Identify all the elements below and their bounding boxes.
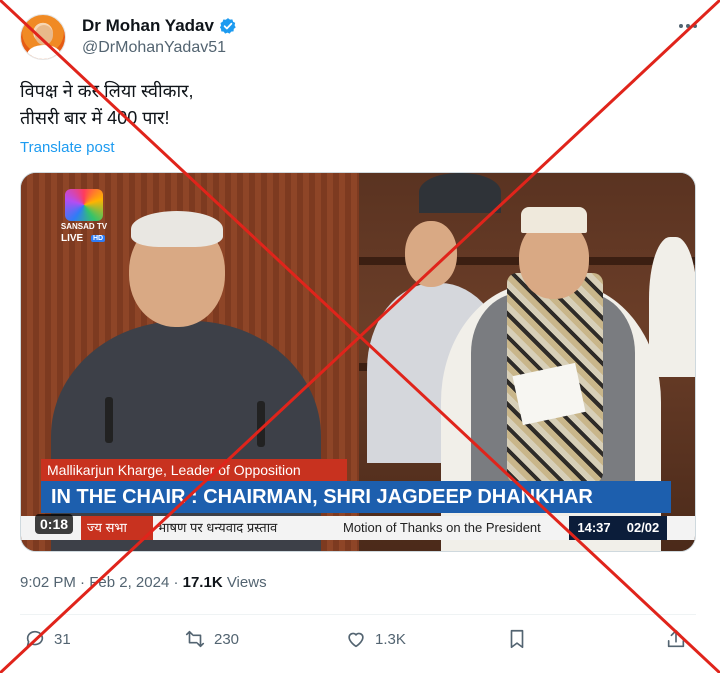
name-line: Dr Mohan Yadav [82, 16, 237, 36]
bookmark-icon [510, 629, 524, 649]
logo-hd: HD [91, 235, 106, 242]
post-header: Dr Mohan Yadav @DrMohanYadav51 [20, 12, 700, 62]
ticker-time: 14:37 [569, 516, 619, 540]
post-time[interactable]: 9:02 PM [20, 574, 76, 591]
video-player[interactable]: SANSAD TV LIVE HD Mallikarjun Kharge, Le… [20, 172, 696, 552]
post-text-line-1: विपक्ष ने कर लिया स्वीकार, [20, 81, 194, 101]
ticker-channel: ज्य सभा [81, 516, 153, 540]
repost-button[interactable]: 230 [184, 628, 239, 650]
more-horizontal-icon[interactable] [678, 16, 698, 41]
ticker-hindi: भाषण पर धन्यवाद प्रस्ताव [157, 520, 278, 535]
heart-icon [348, 632, 364, 648]
microphone [105, 397, 113, 443]
bookmark-button[interactable] [506, 628, 528, 650]
post-meta: 9:02 PM · Feb 2, 2024 · 17.1K Views [20, 574, 267, 591]
avatar-cloth [27, 45, 61, 59]
news-ticker: ज्य सभा भाषण पर धन्यवाद प्रस्ताव Motion … [21, 516, 695, 540]
speaker-cap [521, 207, 587, 233]
sansad-tv-logo-mark [65, 189, 103, 221]
video-duration: 0:18 [35, 514, 74, 534]
reply-button[interactable]: 31 [24, 628, 71, 650]
reply-count: 31 [54, 630, 71, 648]
meta-separator: · [80, 574, 86, 591]
ticker-date: 02/02 [619, 516, 667, 540]
like-button[interactable]: 1.3K [345, 628, 406, 650]
meta-separator: · [173, 574, 179, 591]
divider [20, 614, 696, 615]
views-label: Views [226, 574, 267, 591]
avatar[interactable] [20, 14, 66, 60]
background-member [419, 173, 501, 213]
views-count: 17.1K [182, 574, 223, 591]
post-date[interactable]: Feb 2, 2024 [89, 574, 169, 591]
lower-third-chair: IN THE CHAIR : CHAIRMAN, SHRI JAGDEEP DH… [41, 481, 671, 513]
post-text-line-2: तीसरी बार में 400 पार! [20, 108, 170, 128]
logo-name: SANSAD TV [60, 222, 108, 231]
verified-badge-icon [219, 18, 236, 34]
post-text: विपक्ष ने कर लिया स्वीकार, तीसरी बार में… [20, 78, 193, 132]
reply-icon [26, 630, 44, 647]
repost-icon [185, 630, 205, 648]
logo-live: LIVE [61, 233, 84, 244]
repost-count: 230 [214, 630, 240, 648]
background-member [649, 237, 695, 377]
action-bar: 31 230 1.3K [20, 628, 700, 658]
microphone [257, 401, 265, 447]
avatar-face [35, 25, 53, 45]
chairman-hair [131, 211, 223, 247]
like-count: 1.3K [375, 630, 406, 648]
lower-third-name: Mallikarjun Kharge, Leader of Opposition [41, 459, 347, 481]
sansad-tv-logo: SANSAD TV LIVE HD [55, 189, 113, 249]
author-handle[interactable]: @DrMohanYadav51 [82, 39, 226, 57]
translate-post-link[interactable]: Translate post [20, 139, 115, 156]
ticker-english: Motion of Thanks on the President [343, 520, 541, 535]
author-display-name[interactable]: Dr Mohan Yadav [82, 16, 214, 36]
share-button[interactable] [665, 628, 687, 650]
share-icon [667, 629, 685, 648]
background-member-head [405, 221, 457, 287]
